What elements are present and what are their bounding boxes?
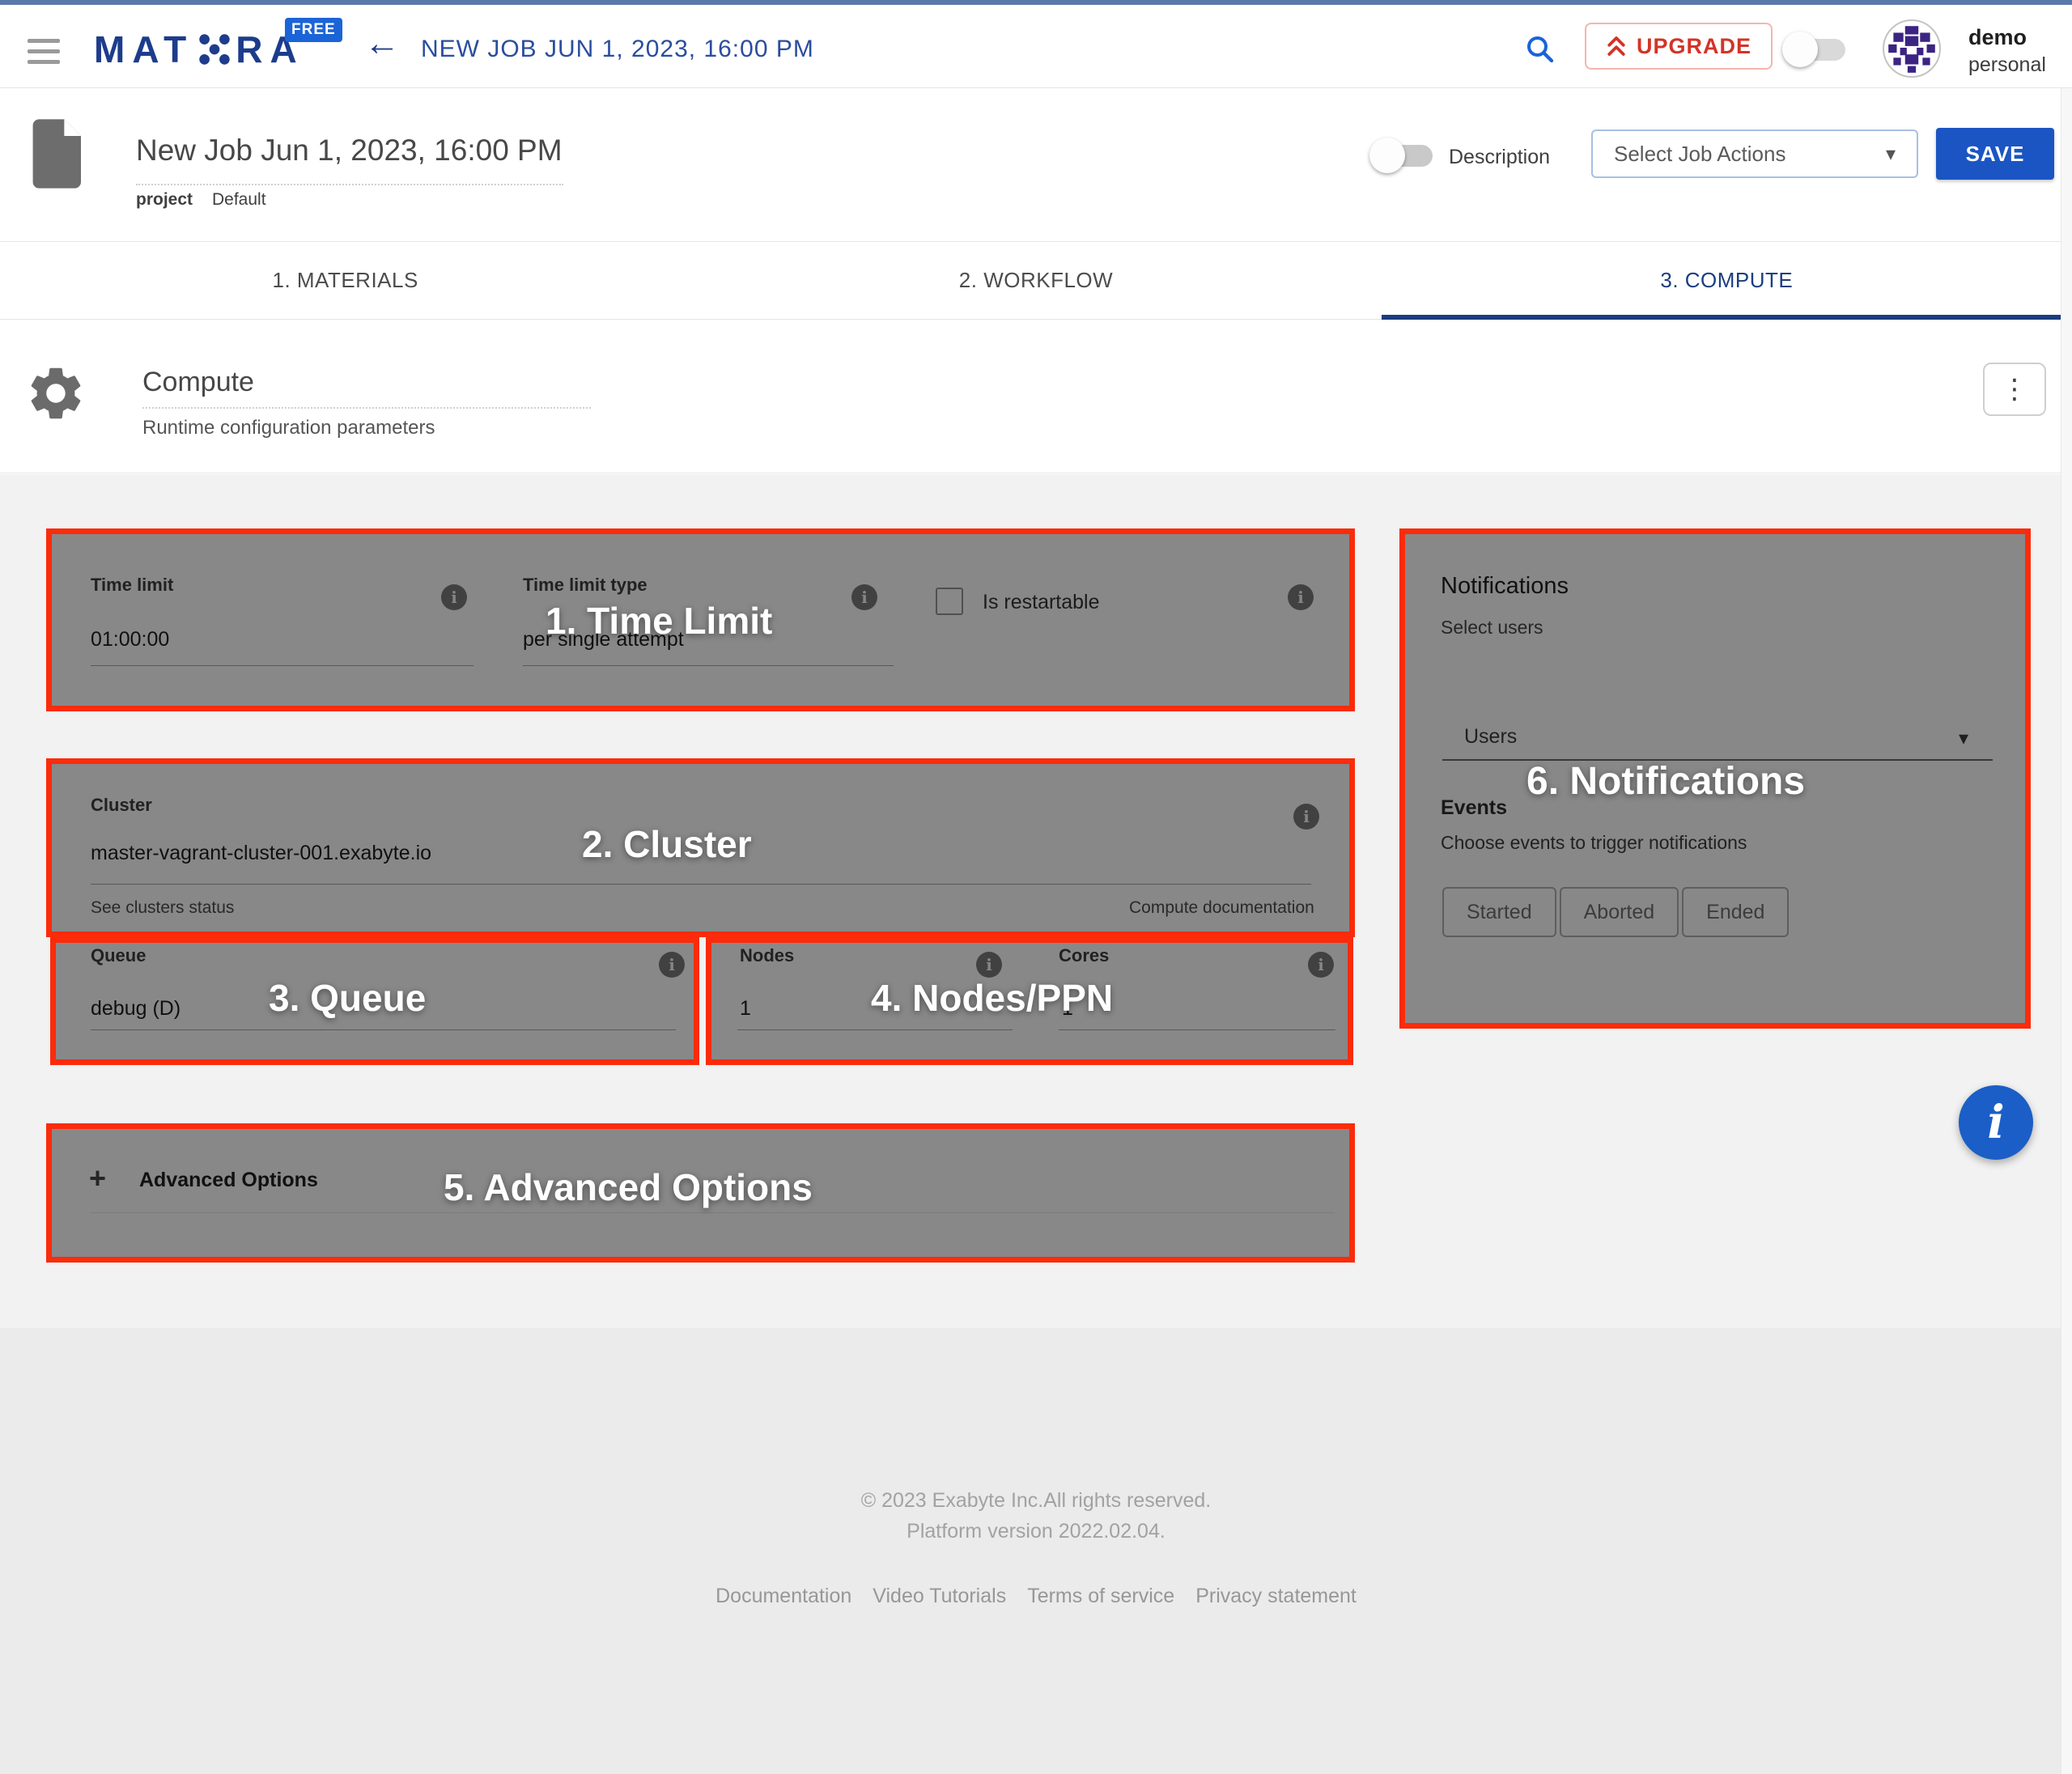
compute-subtitle: Runtime configuration parameters	[142, 417, 435, 439]
gear-icon	[24, 362, 87, 429]
hamburger-menu-icon[interactable]	[28, 39, 60, 64]
kebab-menu-icon[interactable]: ⋮	[1983, 363, 2046, 416]
footer-link-privacy[interactable]: Privacy statement	[1195, 1585, 1357, 1608]
job-actions-dropdown[interactable]: Select Job Actions ▾	[1591, 129, 1918, 178]
double-chevron-up-icon	[1606, 34, 1627, 58]
user-role: personal	[1968, 53, 2046, 77]
page-title: New Job Jun 1, 2023, 16:00 PM	[136, 134, 563, 168]
upgrade-button[interactable]: UPGRADE	[1585, 23, 1773, 70]
compute-title: Compute	[142, 367, 254, 398]
back-arrow-icon[interactable]: ←	[364, 26, 400, 62]
title-dotted-rule	[136, 184, 563, 185]
caret-down-icon: ▾	[1886, 142, 1896, 166]
info-fab[interactable]: i	[1959, 1085, 2033, 1160]
logo-3-glyph-icon	[197, 32, 232, 67]
step-tabs: 1. MATERIALS 2. WORKFLOW 3. COMPUTE	[0, 242, 2072, 320]
user-name[interactable]: demo	[1968, 25, 2027, 50]
annotation-label-4: 4. Nodes/PPN	[871, 976, 1113, 1020]
tab-materials[interactable]: 1. MATERIALS	[0, 242, 690, 319]
logo-text-prefix: MAT	[94, 28, 193, 71]
annotation-label-3: 3. Queue	[269, 976, 426, 1020]
job-header: New Job Jun 1, 2023, 16:00 PM project De…	[0, 88, 2072, 242]
footer-link-documentation[interactable]: Documentation	[715, 1585, 851, 1608]
navbar: MAT RA FREE ← NEW JOB JUN 1, 2023, 16:00…	[0, 5, 2072, 88]
footer-links: Documentation Video Tutorials Terms of s…	[0, 1585, 2072, 1608]
annotation-label-5: 5. Advanced Options	[444, 1165, 813, 1209]
annotation-label-6: 6. Notifications	[1526, 759, 1805, 804]
footer-link-terms[interactable]: Terms of service	[1027, 1585, 1174, 1608]
tab-workflow[interactable]: 2. WORKFLOW	[690, 242, 1381, 319]
compute-section-header: Compute Runtime configuration parameters…	[0, 320, 2072, 473]
compute-dotted-rule	[142, 407, 591, 409]
footer-background	[0, 1328, 2072, 1774]
description-toggle-knob[interactable]	[1369, 138, 1405, 173]
project-label: project	[136, 190, 193, 210]
avatar[interactable]	[1883, 19, 1941, 82]
upgrade-label: UPGRADE	[1637, 34, 1751, 59]
free-plan-badge: FREE	[285, 18, 342, 42]
mat3ra-logo[interactable]: MAT RA	[94, 28, 304, 71]
tab-compute[interactable]: 3. COMPUTE	[1382, 242, 2072, 319]
save-button[interactable]: SAVE	[1936, 128, 2054, 180]
annotation-label-1: 1. Time Limit	[546, 599, 772, 643]
footer-version: Platform version 2022.02.04.	[0, 1520, 2072, 1543]
file-icon	[31, 119, 81, 193]
search-icon[interactable]	[1523, 32, 1556, 69]
description-label: Description	[1449, 146, 1550, 169]
navbar-job-title: NEW JOB JUN 1, 2023, 16:00 PM	[421, 36, 814, 63]
footer-copyright: © 2023 Exabyte Inc.All rights reserved.	[0, 1489, 2072, 1513]
footer-link-video-tutorials[interactable]: Video Tutorials	[873, 1585, 1006, 1608]
project-value: Default	[212, 190, 266, 210]
mat3ra-compute-page: { "colors": { "navy": "#1d3c8c", "link_b…	[0, 0, 2072, 1774]
job-actions-label: Select Job Actions	[1614, 142, 1785, 167]
theme-toggle-knob[interactable]	[1782, 32, 1818, 67]
annotation-label-2: 2. Cluster	[582, 822, 752, 866]
